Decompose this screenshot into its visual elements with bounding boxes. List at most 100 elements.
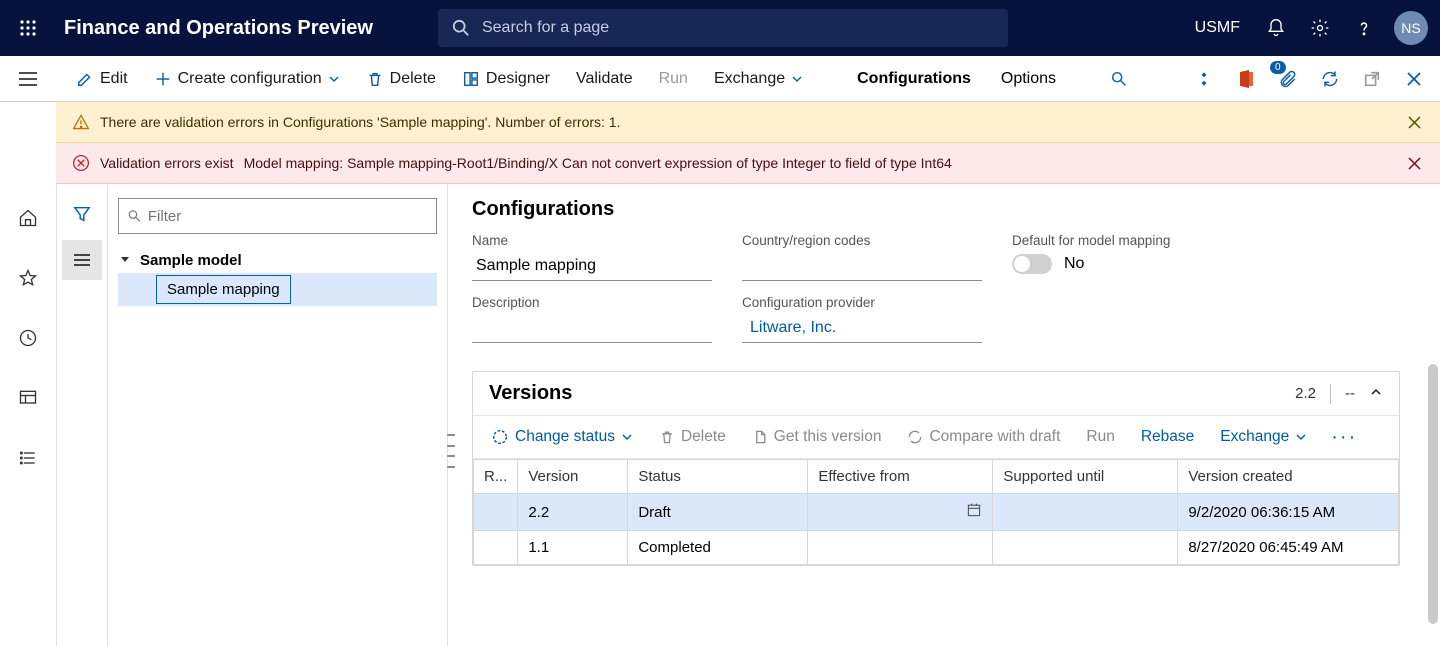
search-icon <box>452 19 470 37</box>
cell-effective[interactable] <box>808 494 993 531</box>
cell-supported[interactable] <box>993 531 1178 565</box>
rail-workspaces-button[interactable] <box>8 378 48 418</box>
refresh-button[interactable] <box>1314 63 1346 95</box>
open-office-button[interactable] <box>1230 63 1262 95</box>
rail-recent-button[interactable] <box>8 318 48 358</box>
close-button[interactable] <box>1398 63 1430 95</box>
col-effective[interactable]: Effective from <box>808 460 993 494</box>
user-avatar[interactable]: NS <box>1394 11 1428 45</box>
tree-list-toggle[interactable] <box>62 240 102 280</box>
tree-filter-toggle[interactable] <box>62 194 102 234</box>
cell-supported[interactable] <box>993 494 1178 531</box>
rail-home-button[interactable] <box>8 198 48 238</box>
cell-version[interactable]: 2.2 <box>518 494 628 531</box>
star-icon <box>18 268 38 288</box>
lines-icon <box>73 253 91 267</box>
tree-node-root[interactable]: Sample model <box>118 248 437 273</box>
search-icon <box>127 208 142 224</box>
versions-heading: Versions <box>489 382 572 405</box>
global-search[interactable] <box>438 9 1008 47</box>
default-mapping-toggle[interactable] <box>1012 254 1052 274</box>
cell-created[interactable]: 8/27/2020 06:45:49 AM <box>1178 531 1399 565</box>
company-picker[interactable]: USMF <box>1183 19 1252 37</box>
edit-label: Edit <box>100 70 128 88</box>
attachments-badge: 0 <box>1270 61 1286 74</box>
warning-triangle-icon <box>72 113 90 131</box>
cell-created[interactable]: 9/2/2020 06:36:15 AM <box>1178 494 1399 531</box>
close-icon <box>1406 71 1422 87</box>
description-label: Description <box>472 295 712 310</box>
tab-options[interactable]: Options <box>989 64 1068 94</box>
tree-node-child[interactable]: Sample mapping <box>156 275 291 304</box>
change-status-button[interactable]: Change status <box>483 424 641 450</box>
country-codes-label: Country/region codes <box>742 233 982 248</box>
country-codes-value[interactable] <box>742 254 982 281</box>
delete-button[interactable]: Delete <box>356 64 446 94</box>
global-search-input[interactable] <box>482 19 994 37</box>
rebase-label: Rebase <box>1141 428 1194 446</box>
col-created[interactable]: Version created <box>1178 460 1399 494</box>
run-button: Run <box>649 64 698 94</box>
calendar-icon[interactable] <box>966 502 982 518</box>
versions-collapse-button[interactable] <box>1369 385 1383 403</box>
rail-favorites-button[interactable] <box>8 258 48 298</box>
plus-icon <box>154 70 172 88</box>
cell-r[interactable] <box>474 494 518 531</box>
app-title: Finance and Operations Preview <box>56 17 373 40</box>
col-supported[interactable]: Supported until <box>993 460 1178 494</box>
find-button[interactable] <box>1100 64 1138 94</box>
popout-button[interactable] <box>1356 63 1388 95</box>
hamburger-icon <box>18 71 38 87</box>
app-launcher-button[interactable] <box>0 0 56 56</box>
cell-version[interactable]: 1.1 <box>518 531 628 565</box>
versions-header-version: 2.2 <box>1295 385 1316 402</box>
validate-label: Validate <box>576 70 633 88</box>
get-this-version-label: Get this version <box>774 428 882 446</box>
cell-status[interactable]: Completed <box>628 531 808 565</box>
chevron-down-icon <box>328 73 340 85</box>
col-version[interactable]: Version <box>518 460 628 494</box>
versions-more-button[interactable]: ··· <box>1325 426 1363 449</box>
rebase-button[interactable]: Rebase <box>1133 424 1202 450</box>
name-value[interactable]: Sample mapping <box>472 254 712 281</box>
cell-status[interactable]: Draft <box>628 494 808 531</box>
related-info-button[interactable] <box>1188 63 1220 95</box>
clock-icon <box>18 328 38 348</box>
help-button[interactable] <box>1344 8 1384 48</box>
warning-close-button[interactable] <box>1402 110 1426 134</box>
popout-icon <box>1363 70 1381 88</box>
error-close-button[interactable] <box>1402 151 1426 175</box>
versions-exchange-button[interactable]: Exchange <box>1212 424 1315 450</box>
tree-filter-input-wrap[interactable] <box>118 198 437 234</box>
scrollbar[interactable] <box>1428 364 1438 624</box>
warning-message-text: There are validation errors in Configura… <box>100 114 620 130</box>
tab-configurations[interactable]: Configurations <box>845 64 983 94</box>
table-row[interactable]: 2.2Draft 9/2/2020 06:36:15 AM <box>474 494 1399 531</box>
col-r[interactable]: R... <box>474 460 518 494</box>
designer-button[interactable]: Designer <box>452 64 560 94</box>
nav-toggle-button[interactable] <box>0 56 56 102</box>
exchange-label: Exchange <box>714 70 785 88</box>
exchange-button[interactable]: Exchange <box>704 64 813 94</box>
cell-effective[interactable] <box>808 531 993 565</box>
notifications-button[interactable] <box>1256 8 1296 48</box>
versions-table: R... Version Status Effective from Suppo… <box>473 459 1399 565</box>
get-this-version-button: Get this version <box>744 424 890 450</box>
versions-header-status: -- <box>1345 385 1355 402</box>
tree-filter-input[interactable] <box>148 208 428 225</box>
table-row[interactable]: 1.1Completed 8/27/2020 06:45:49 AM <box>474 531 1399 565</box>
list-icon <box>18 448 38 468</box>
validate-button[interactable]: Validate <box>566 64 643 94</box>
attachments-button[interactable]: 0 <box>1272 63 1304 95</box>
edit-button[interactable]: Edit <box>66 64 138 94</box>
default-mapping-label: Default for model mapping <box>1012 233 1252 248</box>
cell-r[interactable] <box>474 531 518 565</box>
description-value[interactable] <box>472 316 712 343</box>
col-status[interactable]: Status <box>628 460 808 494</box>
close-icon <box>1408 116 1421 129</box>
create-configuration-button[interactable]: Create configuration <box>144 64 350 94</box>
settings-button[interactable] <box>1300 8 1340 48</box>
versions-run-button: Run <box>1078 424 1122 450</box>
provider-value[interactable]: Litware, Inc. <box>742 316 982 343</box>
rail-modules-button[interactable] <box>8 438 48 478</box>
